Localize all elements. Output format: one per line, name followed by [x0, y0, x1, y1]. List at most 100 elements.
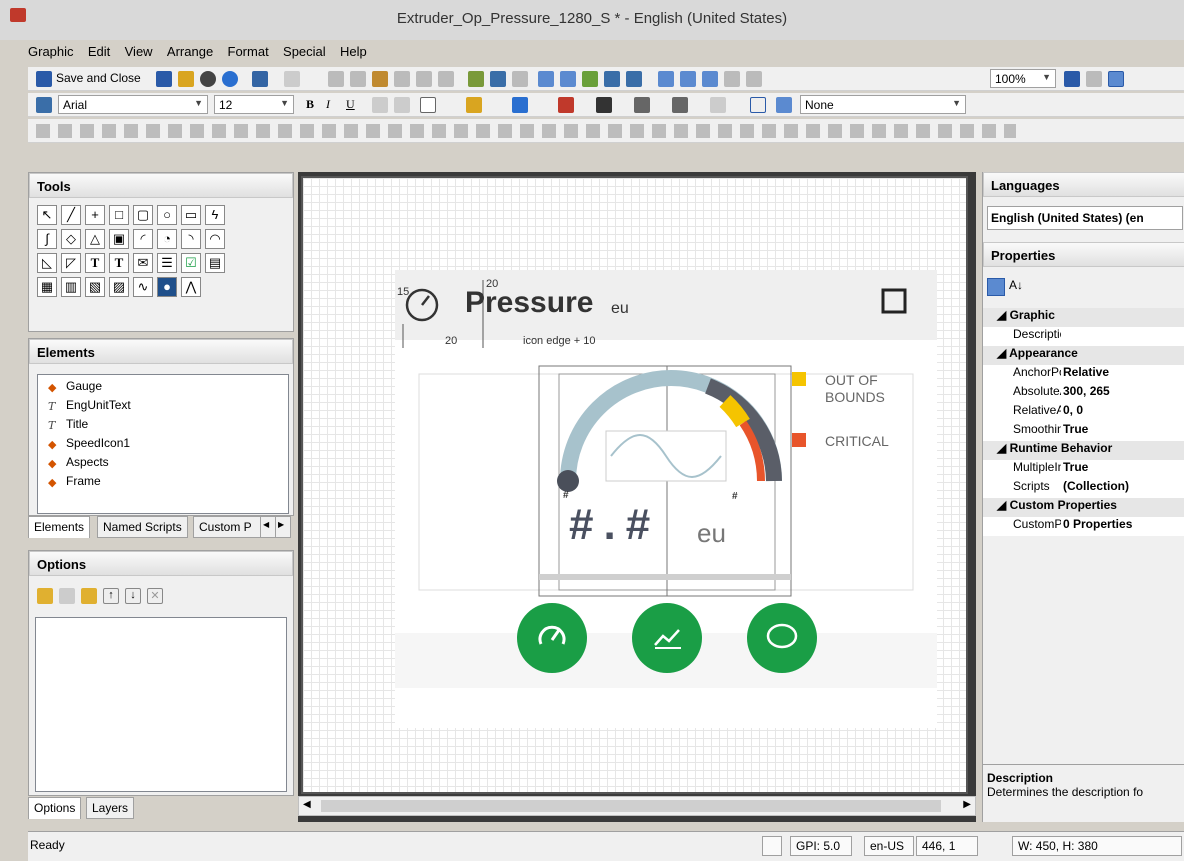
pie-tool-icon[interactable]: ◔ — [157, 229, 177, 249]
alphabetical-icon[interactable]: A↓ — [1009, 278, 1023, 292]
open-folder-icon[interactable] — [37, 588, 53, 604]
move-down-icon[interactable]: ↓ — [125, 588, 141, 604]
group-icon[interactable] — [416, 71, 432, 87]
closed-curve-tool-icon[interactable]: ◇ — [61, 229, 81, 249]
move-up-icon[interactable]: ↑ — [103, 588, 119, 604]
font-select[interactable]: Arial ▼ — [58, 95, 208, 114]
align-icon[interactable] — [512, 71, 528, 87]
arc-tool-icon[interactable]: ◜ — [133, 229, 153, 249]
property-value[interactable]: True — [1063, 460, 1088, 474]
menu-edit[interactable]: Edit — [88, 44, 110, 59]
style-icon[interactable] — [776, 97, 792, 113]
tab-layers[interactable]: Layers — [86, 797, 135, 819]
menu-graphic[interactable]: Graphic — [28, 44, 74, 59]
property-value[interactable]: (Collection) — [1063, 479, 1129, 493]
zoom-actual-icon[interactable] — [724, 71, 740, 87]
polyline-tool-icon[interactable]: ϟ — [205, 205, 225, 225]
tree-item-aspects[interactable]: ◆ Aspects — [48, 455, 278, 474]
chord-tool-icon[interactable]: ◝ — [181, 229, 201, 249]
cut-icon[interactable] — [328, 71, 344, 87]
hv-line-tool-icon[interactable]: + — [85, 205, 105, 225]
triangle-tool-icon[interactable]: ◸ — [61, 253, 81, 273]
property-row[interactable]: MultipleInstancesTrue — [983, 460, 1184, 479]
export-icon[interactable] — [178, 71, 194, 87]
scroll-left-icon[interactable]: ◀ — [303, 799, 311, 810]
edit-tool-icon[interactable]: ▤ — [205, 253, 225, 273]
design-canvas[interactable]: Pressure eu 15 20 20 icon edge + 10 #.# … — [301, 176, 968, 794]
line-weight-icon[interactable] — [596, 97, 612, 113]
magic-wand-icon[interactable] — [750, 97, 766, 113]
anchor-icon[interactable] — [490, 71, 506, 87]
calendar-tool-icon[interactable]: ▦ — [37, 277, 57, 297]
listbox-tool-icon[interactable]: ▨ — [109, 277, 129, 297]
style-select[interactable]: None ▼ — [800, 95, 966, 114]
property-row[interactable]: CustomProperties0 Properties — [983, 517, 1184, 536]
shadow-icon[interactable] — [710, 97, 726, 113]
grid-icon[interactable] — [1108, 71, 1124, 87]
add-icon[interactable] — [81, 588, 97, 604]
horizontal-scrollbar[interactable]: ◀ ▶ — [298, 796, 976, 816]
tree-item-speedicon1[interactable]: ◆ SpeedIcon1 — [48, 436, 278, 455]
text-tool-icon[interactable]: T — [85, 253, 105, 273]
line-pattern-icon[interactable] — [634, 97, 650, 113]
property-value[interactable]: 0 Properties — [1063, 517, 1132, 531]
format-painter-icon[interactable] — [394, 71, 410, 87]
line-ends-icon[interactable] — [672, 97, 688, 113]
button-tool-icon[interactable]: ▭ — [181, 205, 201, 225]
tree-item-engunittext[interactable]: T EngUnitText — [48, 398, 278, 417]
help-icon[interactable] — [222, 71, 238, 87]
tab-scroll-right-icon[interactable]: ▶ — [275, 516, 291, 538]
font-icon[interactable] — [36, 97, 52, 113]
bold-icon[interactable]: B — [306, 97, 314, 112]
property-value[interactable]: 300, 265 — [1063, 384, 1110, 398]
curve-tool-icon[interactable]: ∫ — [37, 229, 57, 249]
image-tool-icon[interactable]: ▣ — [109, 229, 129, 249]
menu-help[interactable]: Help — [340, 44, 367, 59]
underline-icon[interactable]: U — [346, 97, 355, 112]
property-category[interactable]: ◢ Graphic — [983, 308, 1184, 327]
tree-item-gauge[interactable]: ◆ Gauge — [48, 379, 278, 398]
ungroup-icon[interactable] — [438, 71, 454, 87]
font-size-select[interactable]: 12 ▼ — [214, 95, 294, 114]
language-select[interactable]: English (United States) (en — [987, 206, 1183, 230]
polygon2-tool-icon[interactable]: ◺ — [37, 253, 57, 273]
categorized-icon[interactable] — [987, 278, 1005, 296]
resize-icon[interactable] — [560, 71, 576, 87]
scroll-thumb[interactable] — [321, 800, 941, 812]
scroll-right-icon[interactable]: ▶ — [963, 799, 971, 810]
shrink-font-icon[interactable] — [394, 97, 410, 113]
property-row[interactable]: RelativeAnchor0, 0 — [983, 403, 1184, 422]
zoom-selection-icon[interactable] — [746, 71, 762, 87]
property-value[interactable]: Relative — [1063, 365, 1109, 379]
remove-icon[interactable] — [59, 588, 75, 604]
status-tool-icon[interactable]: ✉ — [133, 253, 153, 273]
record-icon[interactable] — [200, 71, 216, 87]
menu-arrange[interactable]: Arrange — [167, 44, 213, 59]
zoom-select[interactable]: 100% ▼ — [990, 69, 1056, 88]
property-row[interactable]: AbsoluteAnchor300, 265 — [983, 384, 1184, 403]
chart-icon[interactable] — [626, 71, 642, 87]
link-icon[interactable] — [468, 71, 484, 87]
zoom-out-icon[interactable] — [658, 71, 674, 87]
zoom-in-icon[interactable] — [680, 71, 696, 87]
datetime-tool-icon[interactable]: ▧ — [85, 277, 105, 297]
elements-icon[interactable] — [582, 71, 598, 87]
options-list[interactable] — [35, 617, 287, 792]
property-category[interactable]: ◢ Runtime Behavior — [983, 441, 1184, 460]
property-row[interactable]: Description — [983, 327, 1184, 346]
save-icon[interactable] — [156, 71, 172, 87]
menu-view[interactable]: View — [125, 44, 153, 59]
save-close-button[interactable]: Save and Close — [56, 71, 141, 85]
grow-font-icon[interactable] — [372, 97, 388, 113]
property-category[interactable]: ◢ Custom Properties — [983, 498, 1184, 517]
property-category[interactable]: ◢ Appearance — [983, 346, 1184, 365]
property-row[interactable]: Scripts (Collection) — [983, 479, 1184, 498]
redo-icon[interactable] — [284, 71, 300, 87]
layout-icon[interactable] — [538, 71, 554, 87]
pan-hand-icon[interactable] — [1086, 71, 1102, 87]
line-tool-icon[interactable]: ╱ — [61, 205, 81, 225]
property-row[interactable]: AnchorPointRelative — [983, 365, 1184, 384]
list-tool-icon[interactable]: ▥ — [61, 277, 81, 297]
arc2-tool-icon[interactable]: ◠ — [205, 229, 225, 249]
checkbox-icon[interactable] — [604, 71, 620, 87]
